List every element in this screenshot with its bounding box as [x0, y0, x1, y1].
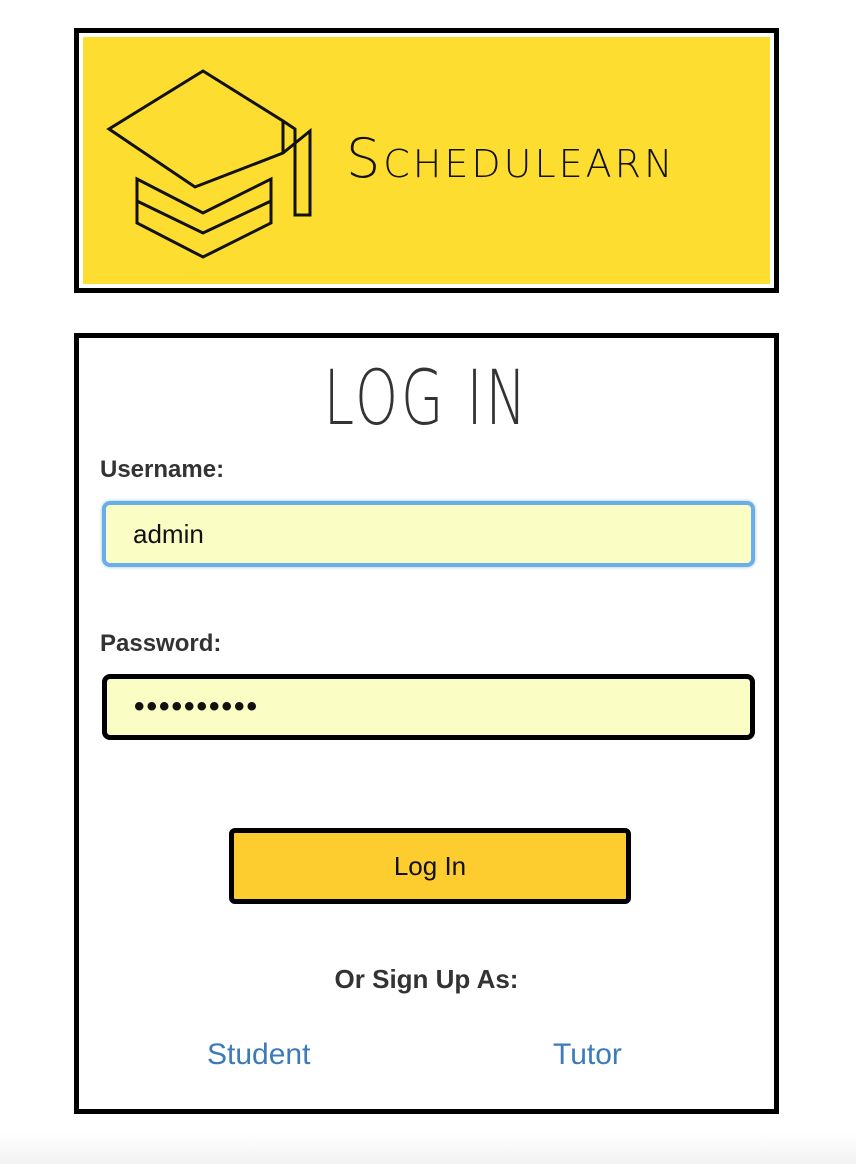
login-button[interactable]: Log In: [229, 828, 631, 904]
username-label: Username:: [100, 456, 225, 483]
graduation-cap-icon: [106, 69, 312, 259]
password-label: Password:: [100, 630, 222, 657]
login-card: LOG IN Username: Password: Log In Or Sig…: [74, 333, 779, 1114]
signup-prompt: Or Sign Up As:: [334, 964, 519, 994]
username-input[interactable]: [102, 501, 755, 567]
brand-banner: Schedulearn: [74, 28, 779, 293]
brand-name: Schedulearn: [346, 127, 676, 190]
password-input[interactable]: [102, 674, 755, 740]
brand-banner-background: Schedulearn: [83, 37, 770, 284]
signup-tutor-link[interactable]: Tutor: [553, 1038, 622, 1072]
login-page: Schedulearn LOG IN Username: Password: L…: [0, 0, 856, 1164]
signup-student-link[interactable]: Student: [207, 1038, 310, 1072]
page-bottom-edge: [0, 1132, 856, 1164]
page-title: LOG IN: [323, 353, 530, 442]
